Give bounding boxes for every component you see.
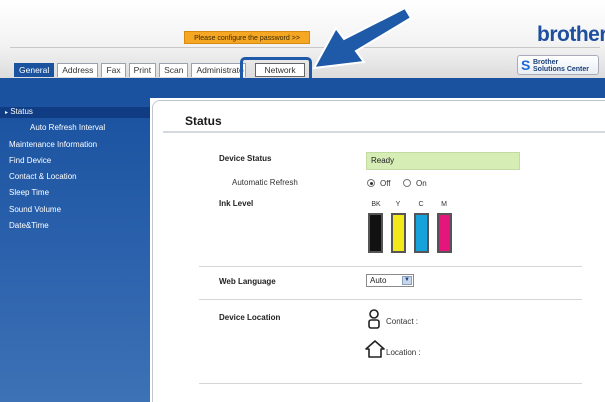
ink-label-bk: BK <box>371 201 381 208</box>
ink-label-m: M <box>441 201 447 208</box>
ink-fill-y <box>393 215 404 251</box>
sidebar-item-auto-refresh[interactable]: Auto Refresh Interval <box>30 123 105 132</box>
tab-address[interactable]: Address <box>57 63 99 77</box>
ink-label-c: C <box>418 201 424 208</box>
ink-label-y: Y <box>395 201 401 208</box>
solutions-center-line2: Solutions Center <box>533 66 590 73</box>
web-language-label: Web Language <box>219 277 276 286</box>
ink-fill-m <box>439 215 450 251</box>
auto-refresh-label: Automatic Refresh <box>232 178 298 187</box>
solutions-center-icon: S <box>521 57 531 73</box>
web-language-select[interactable]: Auto ▼ <box>366 274 414 287</box>
chevron-down-icon: ▼ <box>402 276 412 285</box>
section-divider <box>199 266 582 267</box>
tab-print[interactable]: Print <box>128 63 157 77</box>
refresh-off-label: Off <box>380 179 391 188</box>
tab-general[interactable]: General <box>14 63 55 77</box>
solutions-center-button[interactable]: S Brother Solutions Center <box>517 55 599 75</box>
refresh-on-label: On <box>416 179 427 188</box>
sidebar-item-sound-volume[interactable]: Sound Volume <box>9 205 61 214</box>
ink-bar-c <box>414 213 429 253</box>
refresh-on-radio[interactable] <box>403 179 411 187</box>
solutions-center-label: Brother Solutions Center <box>533 59 589 73</box>
ink-bar-bk <box>368 213 383 253</box>
sidebar-item-label: Status <box>10 107 33 116</box>
solutions-center-line1: Brother <box>533 59 559 66</box>
device-location-label: Device Location <box>219 313 281 322</box>
sidebar: ▸ Status Auto Refresh Interval Maintenan… <box>0 98 150 402</box>
location-label: Location : <box>386 348 421 357</box>
contact-label: Contact : <box>386 317 419 326</box>
pointer-arrow-icon <box>312 6 412 70</box>
sidebar-item-status[interactable]: ▸ Status <box>5 107 33 116</box>
active-marker-icon: ▸ <box>5 110 9 116</box>
device-status-value: Ready <box>366 152 520 170</box>
title-divider <box>163 131 605 133</box>
refresh-off-radio[interactable] <box>367 179 375 187</box>
tab-administrator[interactable]: Administrato <box>191 63 247 77</box>
ink-fill-bk <box>370 215 381 251</box>
tab-fax[interactable]: Fax <box>101 63 126 77</box>
section-divider <box>199 299 582 300</box>
sidebar-item-sleep-time[interactable]: Sleep Time <box>9 188 49 197</box>
sidebar-item-contact-location[interactable]: Contact & Location <box>9 172 77 181</box>
device-status-label: Device Status <box>219 154 272 163</box>
tab-scan[interactable]: Scan <box>159 63 189 77</box>
sidebar-item-maintenance[interactable]: Maintenance Information <box>9 140 97 149</box>
ink-level-label: Ink Level <box>219 199 254 208</box>
section-divider <box>199 383 582 384</box>
ink-fill-c <box>416 215 427 251</box>
page-title: Status <box>185 114 222 128</box>
ink-bar-y <box>391 213 406 253</box>
sidebar-item-find-device[interactable]: Find Device <box>9 156 51 165</box>
ink-bar-m <box>437 213 452 253</box>
brother-logo: brother <box>537 23 605 46</box>
person-icon <box>368 309 380 329</box>
web-language-value: Auto <box>370 276 387 285</box>
house-icon <box>365 340 385 358</box>
sidebar-item-date-time[interactable]: Date&Time <box>9 221 49 230</box>
tab-strip-band <box>0 78 605 98</box>
header-divider <box>10 47 600 48</box>
configure-password-link[interactable]: Please configure the password >> <box>184 31 310 44</box>
